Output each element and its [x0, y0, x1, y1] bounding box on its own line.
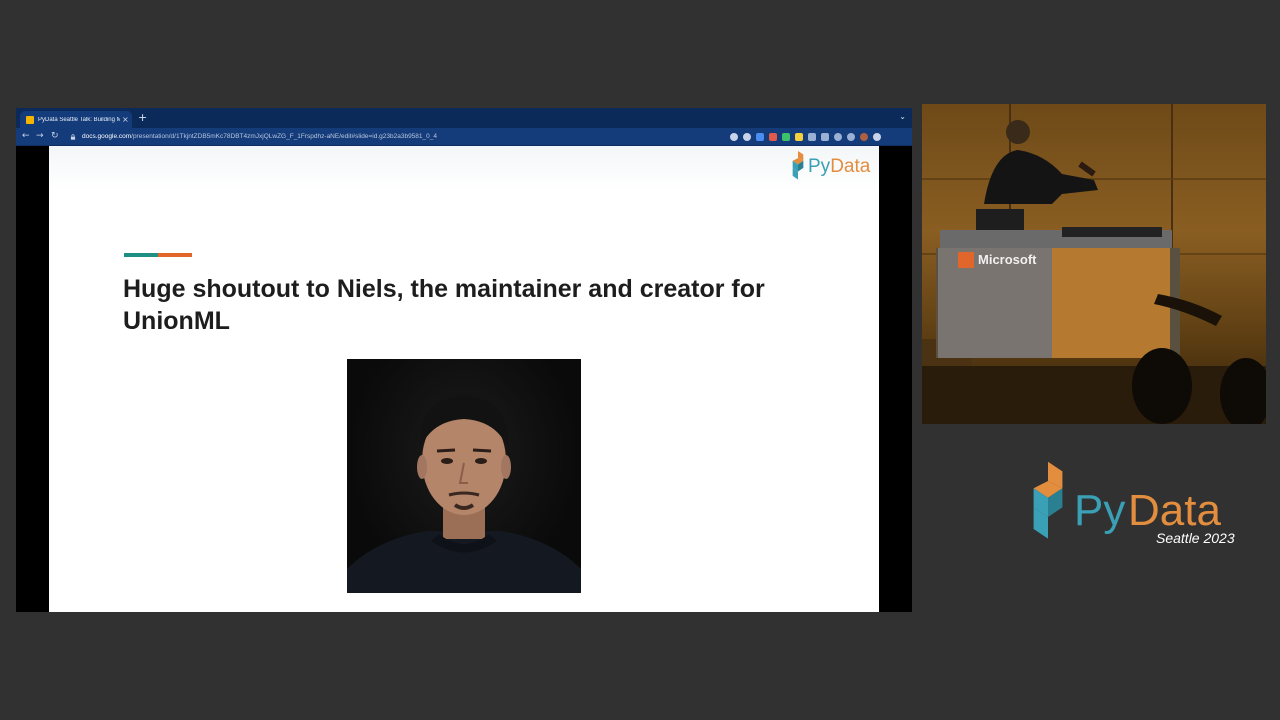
pydata-cube-icon-large — [1033, 461, 1063, 539]
reading-list-icon[interactable] — [834, 132, 842, 141]
side-panel-icon[interactable] — [847, 132, 855, 141]
conf-subtitle: Seattle 2023 — [1156, 530, 1235, 546]
star-icon[interactable] — [743, 132, 751, 141]
pydata-cube-icon — [792, 151, 804, 180]
extension-yellow-icon[interactable] — [795, 132, 803, 141]
slides-favicon-icon — [26, 115, 34, 124]
reload-button[interactable]: ↻ — [51, 131, 59, 141]
pydata-slide-logo: Py Data — [789, 151, 870, 183]
logo-data-text: Data — [830, 156, 871, 177]
new-tab-button[interactable]: + — [138, 111, 147, 125]
conf-logo-py: Py — [1074, 486, 1126, 535]
extension-puzzle-icon[interactable] — [808, 132, 816, 141]
portrait-illustration — [347, 395, 581, 593]
title-accent-bar — [124, 253, 192, 257]
url-host: docs.google.com — [82, 133, 132, 140]
tab-search-button[interactable]: ⌄ — [899, 112, 906, 121]
conf-logo-data: Data — [1128, 486, 1221, 535]
podium-label: Microsoft — [978, 252, 1037, 267]
tab-pydata-talk[interactable]: PyData Seattle Talk: Building M × — [20, 111, 132, 128]
speaker-webcam-feed: Microsoft — [922, 104, 1266, 424]
share-icon[interactable] — [730, 132, 738, 141]
lock-icon — [70, 133, 76, 140]
extension-green-icon[interactable] — [782, 132, 790, 141]
url-text: docs.google.com/presentation/d/1TkjntZDB… — [82, 133, 437, 140]
slide-title: Huge shoutout to Niels, the maintainer a… — [123, 275, 765, 335]
accent-orange — [158, 253, 192, 257]
extensions-area — [730, 131, 881, 142]
address-bar[interactable]: docs.google.com/presentation/d/1TkjntZDB… — [66, 130, 726, 143]
accent-teal — [124, 253, 158, 257]
forward-button[interactable]: → — [36, 131, 44, 141]
pydata-seattle-logo: Py Data Seattle 2023 — [1024, 460, 1264, 552]
logo-py-text: Py — [808, 156, 831, 177]
tab-title: PyData Seattle Talk: Building M — [38, 116, 120, 123]
url-path: /presentation/d/1TkjntZDB5mKc78DBT4zmJxj… — [131, 133, 437, 140]
tab-close-icon[interactable]: × — [122, 115, 129, 124]
extension-red-icon[interactable] — [769, 132, 777, 141]
webcam-scene: Microsoft — [922, 104, 1266, 424]
back-button[interactable]: ← — [22, 131, 30, 141]
extension-grey-icon[interactable] — [821, 132, 829, 141]
extension-blue-icon[interactable] — [756, 132, 764, 141]
tab-bar: PyData Seattle Talk: Building M × + ⌄ — [16, 108, 912, 128]
browser-toolbar: ← → ↻ docs.google.com/presentation/d/1Tk… — [16, 128, 912, 146]
presentation-slide: Py Data Huge shoutout to Niels, the maint… — [49, 146, 879, 612]
browser-window: PyData Seattle Talk: Building M × + ⌄ ← … — [16, 108, 912, 612]
profile-avatar-icon[interactable] — [860, 132, 868, 141]
kebab-menu-icon[interactable] — [873, 132, 881, 141]
slide-header-band — [49, 146, 879, 190]
portrait-photo — [347, 359, 581, 593]
